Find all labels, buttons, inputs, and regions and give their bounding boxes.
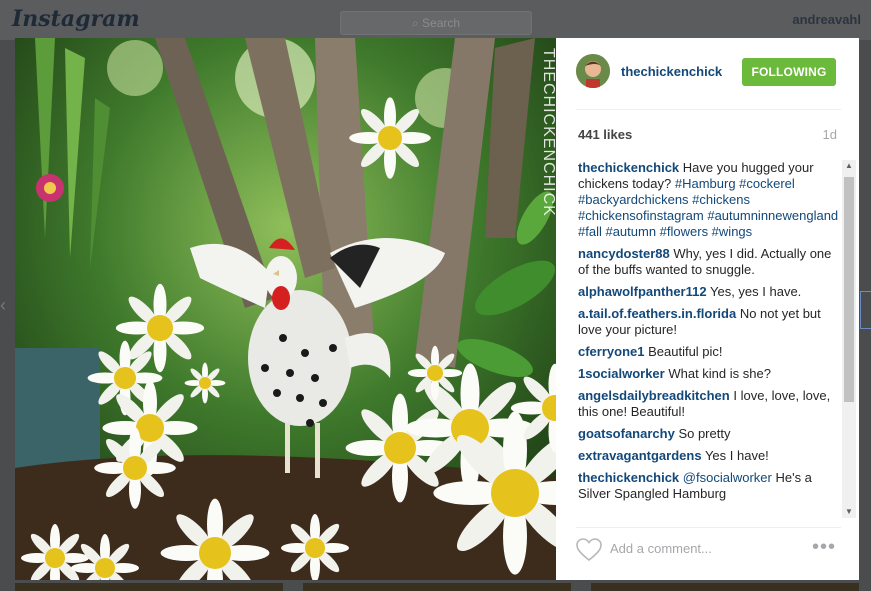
post-header: thechickenchick FOLLOWING <box>576 54 841 110</box>
previous-post-arrow-icon[interactable]: ‹ <box>0 295 6 325</box>
search-icon: ⌕ <box>411 16 419 30</box>
comment-author[interactable]: cferryone1 <box>578 344 644 359</box>
more-options-icon[interactable]: ••• <box>812 537 836 557</box>
comment-item: nancydoster88 Why, yes I did. Actually o… <box>578 246 840 278</box>
heart-icon[interactable] <box>576 538 602 562</box>
rooster-photo-illustration <box>15 38 556 580</box>
comment-item: a.tail.of.feathers.in.florida No not yet… <box>578 306 840 338</box>
instagram-logo[interactable]: Instagram <box>12 6 140 32</box>
comment-text: What kind is she? <box>668 366 771 381</box>
avatar[interactable] <box>576 54 610 88</box>
next-post-arrow-icon[interactable] <box>860 291 871 329</box>
avatar-image-icon <box>576 54 610 88</box>
add-comment-input[interactable] <box>608 540 802 557</box>
comment-author[interactable]: angelsdailybreadkitchen <box>578 388 730 403</box>
post-username[interactable]: thechickenchick <box>621 64 722 79</box>
post-timestamp: 1d <box>822 127 837 142</box>
post-actions: ••• <box>576 527 841 570</box>
comment-author[interactable]: nancydoster88 <box>578 246 670 261</box>
scroll-down-arrow-icon[interactable]: ▼ <box>842 506 856 518</box>
comment-author[interactable]: 1socialworker <box>578 366 665 381</box>
comment-author[interactable]: a.tail.of.feathers.in.florida <box>578 306 736 321</box>
comment-mention[interactable]: @fsocialworker <box>683 470 772 485</box>
comment-author[interactable]: extravagantgardens <box>578 448 702 463</box>
comment-item: goatsofanarchy So pretty <box>578 426 840 442</box>
scroll-up-arrow-icon[interactable]: ▲ <box>842 160 856 172</box>
post-photo[interactable]: THECHICKENCHICK <box>15 38 556 580</box>
comment-author[interactable]: thechickenchick <box>578 470 679 485</box>
comment-item: angelsdailybreadkitchen I love, love, lo… <box>578 388 840 420</box>
photo-watermark: THECHICKENCHICK <box>540 48 556 217</box>
comment-item: thechickenchick Have you hugged your chi… <box>578 160 840 240</box>
comment-author[interactable]: alphawolfpanther112 <box>578 284 707 299</box>
following-button[interactable]: FOLLOWING <box>742 58 836 86</box>
comments-list[interactable]: thechickenchick Have you hugged your chi… <box>578 160 840 518</box>
comment-item: alphawolfpanther112 Yes, yes I have. <box>578 284 840 300</box>
comment-item: 1socialworker What kind is she? <box>578 366 840 382</box>
comment-author[interactable]: goatsofanarchy <box>578 426 675 441</box>
current-user-link[interactable]: andreavahl <box>792 12 861 27</box>
comments-scrollbar[interactable]: ▲ ▼ <box>842 160 856 518</box>
post-modal: THECHICKENCHICK thechickenchick FOLLOWIN… <box>15 38 859 580</box>
top-navigation-bar: Instagram ⌕ Search andreavahl <box>0 0 871 40</box>
comment-author[interactable]: thechickenchick <box>578 160 679 175</box>
search-placeholder: Search <box>422 16 461 30</box>
comment-text: So pretty <box>678 426 731 441</box>
likes-count[interactable]: 441 likes <box>578 127 632 142</box>
comment-text: Beautiful pic! <box>648 344 723 359</box>
comment-text: Yes I have! <box>704 448 769 463</box>
search-input[interactable]: ⌕ Search <box>340 11 532 35</box>
comment-item: cferryone1 Beautiful pic! <box>578 344 840 360</box>
post-details-panel: thechickenchick FOLLOWING 441 likes 1d t… <box>556 38 859 580</box>
comment-text: Yes, yes I have. <box>709 284 802 299</box>
comment-item: extravagantgardens Yes I have! <box>578 448 840 464</box>
comment-item: thechickenchick @fsocialworker He's a Si… <box>578 470 840 502</box>
scrollbar-thumb[interactable] <box>844 177 854 402</box>
background-thumbnails <box>15 583 859 591</box>
